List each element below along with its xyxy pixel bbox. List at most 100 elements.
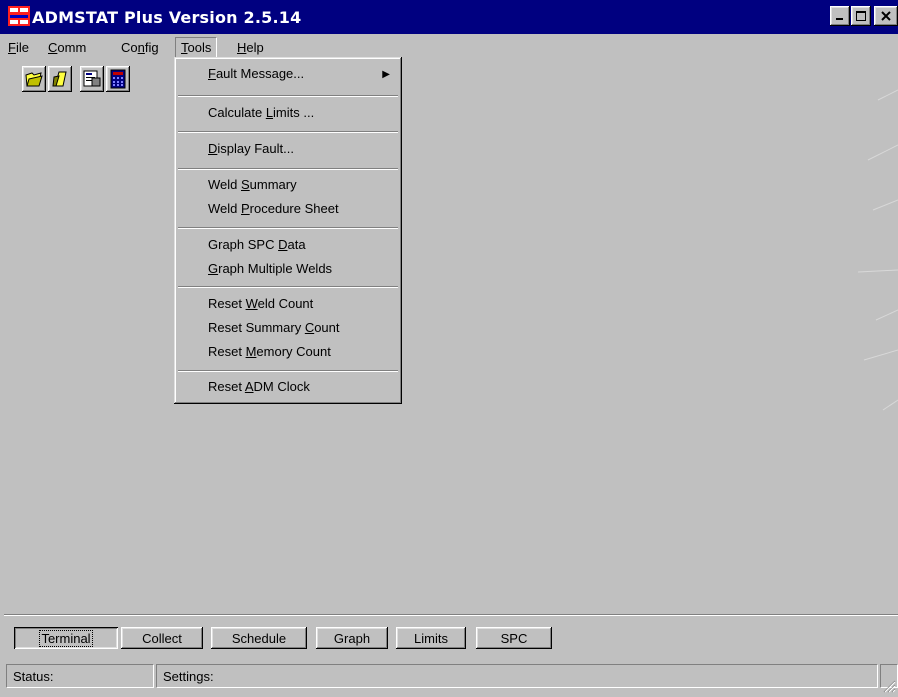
menu-file-label: ile (15, 40, 29, 55)
open-folder-button[interactable] (22, 66, 46, 92)
collect-button-label: Collect (142, 630, 182, 646)
properties-icon (83, 70, 101, 87)
background-texture (858, 89, 898, 411)
menu-separator (178, 95, 398, 97)
terminal-button-label: Terminal (39, 629, 93, 647)
calculate-limits-label: imits ... (273, 105, 315, 120)
fault-message-mnemonic: F (208, 66, 216, 81)
menu-help-mnemonic: H (237, 40, 247, 55)
graph-button-label: Graph (333, 630, 371, 646)
close-icon (881, 11, 891, 21)
menu-bar: File Comm Config Tools Help (0, 34, 898, 60)
menu-config[interactable]: Config (121, 40, 159, 55)
properties-button[interactable] (80, 66, 104, 92)
open-file-icon (52, 71, 67, 87)
title-bar[interactable]: ADMSTAT Plus Version 2.5.14 (0, 0, 898, 34)
spc-button-label: SPC (500, 630, 528, 646)
graph-spc-data-pre: Graph SPC (208, 237, 279, 252)
menu-separator (178, 227, 398, 229)
reset-summary-count-pre: Reset Summary (208, 320, 305, 335)
fault-message-label: ault Message... (215, 66, 305, 81)
menu-item-display-fault[interactable]: Display Fault... (208, 141, 294, 156)
menu-config-label: fig (144, 40, 159, 55)
terminal-button[interactable]: Terminal (14, 627, 118, 649)
menu-separator (178, 286, 398, 288)
status-panel: Status: (6, 664, 154, 688)
menu-item-reset-summary-count[interactable]: Reset Summary Count (208, 320, 340, 335)
graph-button[interactable]: Graph (316, 627, 388, 649)
close-button[interactable] (874, 6, 898, 26)
reset-memory-count-pre: Reset (208, 344, 246, 359)
menu-item-graph-multiple-welds[interactable]: Graph Multiple Welds (208, 261, 332, 276)
menu-item-calculate-limits[interactable]: Calculate Limits ... (208, 105, 314, 120)
menu-item-graph-spc-data[interactable]: Graph SPC Data (208, 237, 306, 252)
weld-procedure-sheet-label: rocedure Sheet (249, 201, 339, 216)
minimize-icon (836, 18, 843, 20)
menu-comm[interactable]: Comm (48, 40, 86, 55)
minimize-button[interactable] (830, 6, 850, 26)
menu-separator (178, 370, 398, 372)
reset-weld-count-mnemonic: W (245, 296, 258, 311)
menu-item-weld-procedure-sheet[interactable]: Weld Procedure Sheet (208, 201, 339, 216)
menu-file-mnemonic: F (8, 40, 16, 55)
reset-summary-count-label: ount (314, 320, 340, 335)
menu-item-weld-summary[interactable]: Weld Summary (208, 177, 297, 192)
bottom-divider (4, 614, 898, 616)
menu-comm-mnemonic: C (48, 40, 58, 55)
menu-item-reset-adm-clock[interactable]: Reset ADM Clock (208, 379, 310, 394)
menu-separator (178, 131, 398, 133)
menu-comm-label: omm (57, 40, 87, 55)
menu-item-reset-memory-count[interactable]: Reset Memory Count (208, 344, 331, 359)
graph-spc-data-label: ata (287, 237, 306, 252)
reset-weld-count-label: eld Count (257, 296, 314, 311)
reset-summary-count-mnemonic: C (304, 320, 315, 335)
graph-multiple-welds-label: raph Multiple Welds (218, 261, 333, 276)
tools-menu-dropdown: Fault Message... ▶ Calculate Limits ... … (174, 57, 402, 404)
weld-procedure-sheet-mnemonic: P (241, 201, 250, 216)
reset-adm-clock-pre: Reset (208, 379, 245, 394)
menu-separator (178, 168, 398, 170)
schedule-button[interactable]: Schedule (211, 627, 307, 649)
window-title: ADMSTAT Plus Version 2.5.14 (32, 8, 302, 27)
menu-file[interactable]: File (8, 40, 29, 55)
menu-item-reset-weld-count[interactable]: Reset Weld Count (208, 296, 313, 311)
weld-summary-label: ummary (249, 177, 297, 192)
menu-help-label: elp (246, 40, 264, 55)
calculator-icon (110, 69, 126, 89)
spc-button[interactable]: SPC (476, 627, 552, 649)
menu-tools[interactable]: Tools (175, 37, 218, 59)
maximize-icon (856, 11, 866, 21)
limits-button[interactable]: Limits (396, 627, 466, 649)
reset-memory-count-mnemonic: M (245, 344, 257, 359)
display-fault-label: isplay Fault... (217, 141, 294, 156)
graph-multiple-welds-mnemonic: G (208, 261, 219, 276)
menu-config-mnemonic: n (137, 40, 145, 55)
collect-button[interactable]: Collect (121, 627, 203, 649)
menu-help[interactable]: Help (237, 40, 264, 55)
settings-panel: Settings: (156, 664, 878, 688)
menu-item-fault-message[interactable]: Fault Message... (208, 66, 304, 81)
weld-procedure-sheet-pre: Weld (208, 201, 241, 216)
reset-memory-count-label: emory Count (256, 344, 331, 359)
menu-tools-label: ools (187, 40, 212, 55)
maximize-button[interactable] (851, 6, 871, 26)
open-folder-icon (25, 72, 43, 87)
calculate-limits-mnemonic: L (265, 105, 274, 120)
resize-grip-icon[interactable] (880, 677, 896, 693)
calculator-button[interactable] (106, 66, 130, 92)
status-label: Status: (13, 669, 54, 684)
settings-label: Settings: (163, 669, 214, 684)
status-bar: Status: Settings: (0, 659, 898, 697)
display-fault-mnemonic: D (208, 141, 218, 156)
app-icon (8, 6, 30, 26)
schedule-button-label: Schedule (231, 630, 287, 646)
weld-summary-pre: Weld (208, 177, 241, 192)
reset-weld-count-pre: Reset (208, 296, 246, 311)
reset-adm-clock-label: DM Clock (253, 379, 310, 394)
submenu-arrow-icon: ▶ (382, 69, 390, 80)
menu-config-pre: Co (121, 40, 138, 55)
weld-summary-mnemonic: S (241, 177, 250, 192)
reset-adm-clock-mnemonic: A (244, 379, 254, 394)
open-file-button[interactable] (48, 66, 72, 92)
calculate-limits-pre: Calculate (208, 105, 266, 120)
